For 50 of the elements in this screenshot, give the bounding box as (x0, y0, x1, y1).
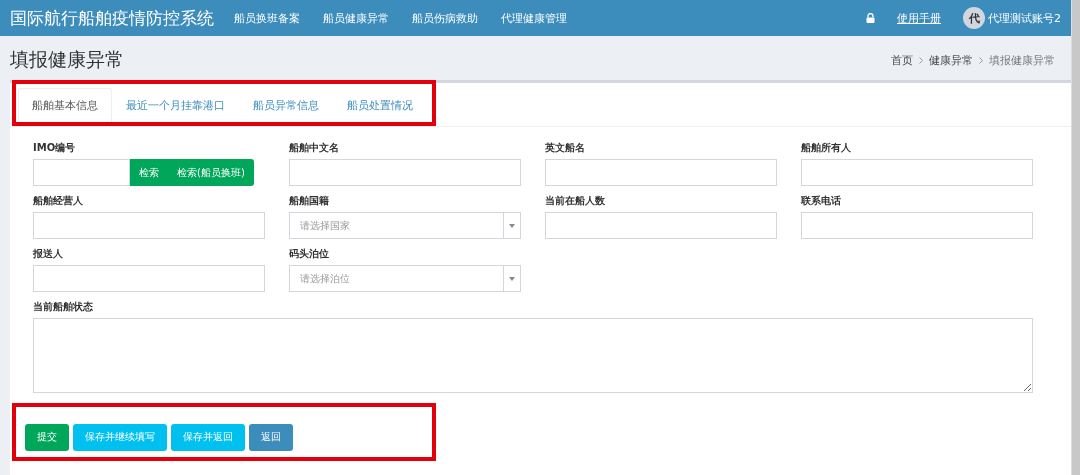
nav-link[interactable]: 船员换班备案 (234, 10, 300, 26)
input-field[interactable] (33, 212, 265, 239)
field-label: 船舶中文名 (289, 141, 340, 155)
scrollbar[interactable] (1071, 0, 1080, 475)
field-label: 当前在船人数 (545, 194, 606, 208)
field-label: 船舶经营人 (33, 194, 84, 208)
tab[interactable]: 最近一个月挂靠港口 (112, 88, 239, 122)
input-field[interactable] (545, 212, 777, 239)
chevron-icon (919, 56, 923, 64)
app-title: 国际航行船舶疫情防控系统 (10, 6, 214, 30)
field-label: 当前船舶状态 (33, 300, 94, 314)
caret-icon (509, 276, 515, 281)
tab[interactable]: 船员处置情况 (333, 88, 427, 122)
action-button[interactable]: 提交 (25, 423, 69, 451)
nav-link[interactable]: 船员伤病救助 (412, 10, 478, 26)
breadcrumb-link[interactable]: 首页 (891, 52, 913, 68)
user-name[interactable]: 代理测试账号2 (988, 10, 1061, 26)
input-field[interactable] (801, 159, 1033, 186)
field-label: 码头泊位 (289, 247, 330, 261)
caret-icon (509, 223, 515, 228)
nav-link[interactable]: 船员健康异常 (323, 10, 389, 26)
manual-link[interactable]: 使用手册 (897, 10, 941, 26)
field-label: 报送人 (33, 247, 64, 261)
field-label: 英文船名 (545, 141, 586, 155)
page-title: 填报健康异常 (10, 47, 124, 72)
input-field[interactable] (801, 212, 1033, 239)
text-area[interactable] (33, 318, 1033, 393)
select-field[interactable]: 请选择泊位 (289, 265, 521, 292)
user-avatar[interactable]: 代 (963, 7, 985, 29)
input-field[interactable] (33, 159, 130, 186)
input-field[interactable] (33, 265, 265, 292)
field-label: IMO编号 (33, 141, 77, 155)
tab[interactable]: 船员异常信息 (239, 88, 333, 122)
action-button[interactable]: 保存并返回 (171, 423, 245, 451)
select-field[interactable]: 请选择国家 (289, 212, 521, 239)
field-label: 联系电话 (801, 194, 842, 208)
action-button[interactable]: 返回 (249, 423, 293, 451)
tab[interactable]: 船舶基本信息 (18, 88, 112, 122)
lock-icon[interactable] (866, 13, 875, 23)
search-button[interactable]: 检索(船员换班) (168, 159, 254, 186)
action-button[interactable]: 保存并继续填写 (73, 423, 167, 451)
breadcrumb-current[interactable]: 填报健康异常 (989, 52, 1055, 68)
nav-link[interactable]: 代理健康管理 (501, 10, 567, 26)
input-field[interactable] (289, 159, 521, 186)
field-label: 船舶国籍 (289, 194, 330, 208)
breadcrumb-link[interactable]: 健康异常 (929, 52, 973, 68)
search-button[interactable]: 检索 (130, 159, 168, 186)
field-label: 船舶所有人 (801, 141, 852, 155)
chevron-icon (979, 56, 983, 64)
input-field[interactable] (545, 159, 777, 186)
